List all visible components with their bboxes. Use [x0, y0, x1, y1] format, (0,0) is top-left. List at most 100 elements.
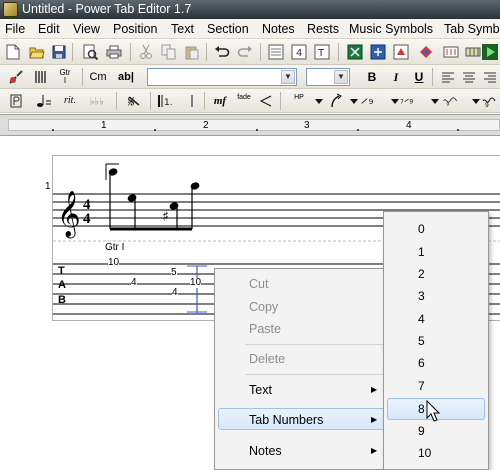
submenu-item-6[interactable]: 6	[418, 356, 425, 370]
context-menu: Cut Copy Paste Delete Text ▶ Tab Numbers…	[214, 268, 390, 470]
ruler-strip: 1 2 3 4	[8, 119, 500, 131]
redo-icon[interactable]	[237, 44, 253, 60]
tuning-icon[interactable]	[443, 44, 459, 60]
save-icon[interactable]	[51, 44, 67, 60]
menu-view[interactable]: View	[73, 22, 100, 38]
menu-tab-symbols[interactable]: Tab Symb	[444, 22, 500, 38]
bold-button[interactable]: B	[365, 69, 379, 85]
submenu-item-1[interactable]: 1	[418, 245, 425, 259]
align-left-icon[interactable]	[440, 69, 456, 85]
trill-icon[interactable]: 9	[482, 93, 498, 109]
italic-button[interactable]: I	[389, 69, 403, 85]
mouse-pointer-icon	[426, 400, 440, 422]
font-name-combo[interactable]: ▼	[147, 68, 297, 86]
chord-name-button[interactable]: Cm	[88, 69, 108, 85]
submenu-item-7[interactable]: 7	[418, 379, 425, 393]
undo-icon[interactable]	[214, 44, 230, 60]
slide-out-icon[interactable]: 79	[400, 93, 416, 109]
chevron-down-icon[interactable]: ▼	[334, 70, 348, 84]
text-frame-icon[interactable]: T	[314, 44, 330, 60]
barline-icon[interactable]	[184, 93, 200, 109]
menu-item-cut[interactable]: Cut	[249, 277, 268, 291]
staff-grid-icon[interactable]	[33, 69, 49, 85]
submenu-item-8[interactable]: 8	[418, 402, 425, 416]
bend-icon[interactable]	[328, 93, 344, 109]
tab-number[interactable]: 10	[190, 278, 202, 288]
tab-clef-a: A	[58, 279, 66, 291]
submenu-item-0[interactable]: 0	[418, 222, 425, 236]
music-symbols-toolbar: rit. ♭♭♭ 𝄋 1. mf fade HP 9 7 9 9 9	[0, 89, 500, 113]
volume-swell-button[interactable]: fade	[234, 93, 254, 109]
guitar-icon[interactable]	[8, 69, 24, 85]
tab-number[interactable]: 5	[171, 268, 177, 278]
menu-rests[interactable]: Rests	[307, 22, 339, 38]
tab-number[interactable]: 4	[131, 278, 137, 288]
window-title: Untitled - Power Tab Editor 1.7	[22, 2, 192, 16]
chevron-down-icon[interactable]	[311, 93, 327, 109]
tremolo-bar-icon[interactable]: 9	[442, 93, 458, 109]
menu-edit[interactable]: Edit	[38, 22, 60, 38]
diagram-icon[interactable]	[418, 44, 434, 60]
tab-number[interactable]: 4	[172, 288, 178, 298]
time-signature-icon[interactable]: 𝄋	[126, 93, 142, 109]
new-file-icon[interactable]	[5, 44, 21, 60]
paste-icon[interactable]	[184, 44, 200, 60]
slide-into-icon[interactable]: 9	[360, 93, 376, 109]
fretboard-icon[interactable]	[465, 44, 481, 60]
guitar-out-icon[interactable]	[370, 44, 386, 60]
menu-file[interactable]: File	[5, 22, 25, 38]
menu-item-delete[interactable]: Delete	[249, 352, 285, 366]
align-right-icon[interactable]	[482, 69, 498, 85]
submenu-item-5[interactable]: 5	[418, 334, 425, 348]
hammer-pull-button[interactable]: HP	[292, 93, 306, 109]
menu-separator	[245, 374, 387, 375]
crescendo-icon[interactable]	[258, 93, 274, 109]
menu-section[interactable]: Section	[207, 22, 249, 38]
toolbar-separator	[150, 92, 151, 110]
submenu-item-9[interactable]: 9	[418, 424, 425, 438]
print-preview-icon[interactable]	[82, 44, 98, 60]
chevron-down-icon[interactable]: ▼	[281, 70, 295, 84]
copy-icon[interactable]	[161, 44, 177, 60]
menu-item-paste[interactable]: Paste	[249, 322, 281, 336]
dynamic-button[interactable]: mf	[210, 93, 230, 109]
submenu-item-10[interactable]: 10	[418, 446, 431, 460]
tab-number[interactable]: 10	[108, 258, 120, 268]
open-folder-icon[interactable]	[29, 44, 45, 60]
menu-item-tab-numbers[interactable]: Tab Numbers	[249, 413, 323, 427]
tablature-icon[interactable]: 4	[291, 44, 307, 60]
system-number: 1	[45, 181, 51, 192]
print-icon[interactable]	[106, 44, 122, 60]
score-icon[interactable]	[268, 44, 284, 60]
ritardando-button[interactable]: rit.	[60, 93, 80, 109]
toolbar-separator	[338, 43, 339, 61]
text-button[interactable]: ab|	[116, 69, 136, 85]
menu-position[interactable]: Position	[113, 22, 157, 38]
guitar-in-icon[interactable]	[347, 44, 363, 60]
cut-icon[interactable]	[138, 44, 154, 60]
play-icon[interactable]	[482, 44, 498, 60]
font-size-combo[interactable]: ▼	[306, 68, 350, 86]
submenu-item-3[interactable]: 3	[418, 289, 425, 303]
submenu-item-4[interactable]: 4	[418, 312, 425, 326]
menu-text[interactable]: Text	[171, 22, 194, 38]
ruler: 1 2 3 4	[0, 114, 500, 136]
repeat-start-icon[interactable]: 1.	[156, 93, 172, 109]
menu-item-notes[interactable]: Notes	[249, 444, 282, 458]
menu-item-text[interactable]: Text	[249, 383, 272, 397]
menu-item-copy[interactable]: Copy	[249, 300, 278, 314]
ruler-number: 3	[304, 120, 310, 131]
menu-notes[interactable]: Notes	[262, 22, 295, 38]
chevron-down-icon[interactable]	[427, 93, 443, 109]
submenu-item-2[interactable]: 2	[418, 267, 425, 281]
guitar-in-button[interactable]: Gtr I	[54, 69, 76, 85]
underline-button[interactable]: U	[412, 69, 426, 85]
menu-music-symbols[interactable]: Music Symbols	[349, 22, 433, 38]
tempo-marker-icon[interactable]	[36, 93, 52, 109]
toolbar-separator	[116, 92, 117, 110]
align-center-icon[interactable]	[461, 69, 477, 85]
key-signature-icon[interactable]: ♭♭♭	[90, 93, 106, 109]
submenu-arrow-icon: ▶	[371, 446, 378, 455]
rehearsal-sign-icon[interactable]	[8, 93, 24, 109]
instrument-icon[interactable]	[393, 44, 409, 60]
